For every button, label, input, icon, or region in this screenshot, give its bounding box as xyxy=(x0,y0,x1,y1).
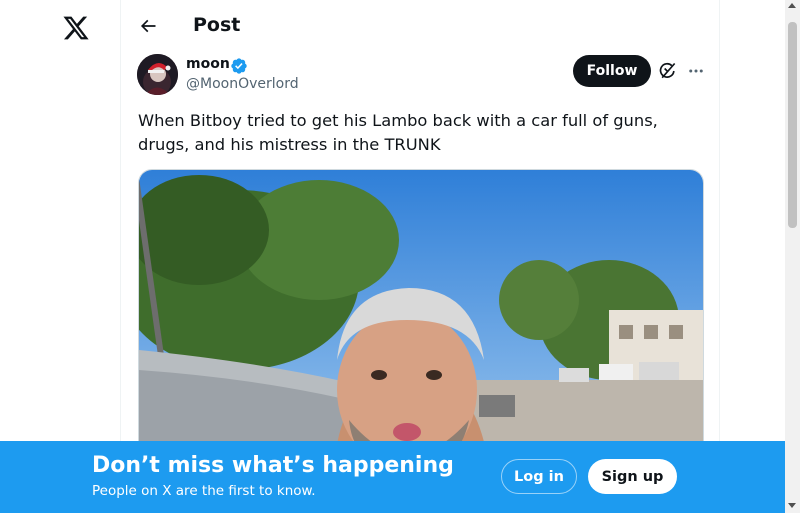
banner-title: Don’t miss what’s happening xyxy=(92,453,454,478)
page-scrollbar[interactable] xyxy=(785,0,800,513)
scroll-thumb[interactable] xyxy=(788,22,797,228)
left-rail xyxy=(0,0,121,513)
scroll-down-arrow-icon[interactable] xyxy=(788,503,796,508)
signup-button[interactable]: Sign up xyxy=(588,459,677,494)
login-button[interactable]: Log in xyxy=(501,459,577,494)
verified-badge-icon xyxy=(230,57,248,75)
page-title: Post xyxy=(193,14,241,36)
arrow-left-icon xyxy=(140,19,156,33)
post-header: Post xyxy=(121,0,721,53)
signup-banner: Don’t miss what’s happening People on X … xyxy=(0,441,785,513)
main-column: Post moon @MoonOverlord Follow When Bitb… xyxy=(120,0,720,513)
grok-icon[interactable] xyxy=(658,61,678,81)
scroll-up-arrow-icon[interactable] xyxy=(788,3,796,8)
post-text: When Bitboy tried to get his Lambo back … xyxy=(138,111,658,154)
back-button[interactable] xyxy=(135,13,161,39)
post-photo[interactable] xyxy=(138,169,704,469)
banner-subtitle: People on X are the first to know. xyxy=(92,483,316,499)
author-avatar[interactable] xyxy=(137,54,178,95)
follow-button[interactable]: Follow xyxy=(573,55,651,87)
author-handle[interactable]: @MoonOverlord xyxy=(186,76,299,92)
x-logo-icon[interactable] xyxy=(62,14,90,42)
more-options-icon[interactable] xyxy=(685,60,707,82)
author-name[interactable]: moon xyxy=(186,56,230,72)
